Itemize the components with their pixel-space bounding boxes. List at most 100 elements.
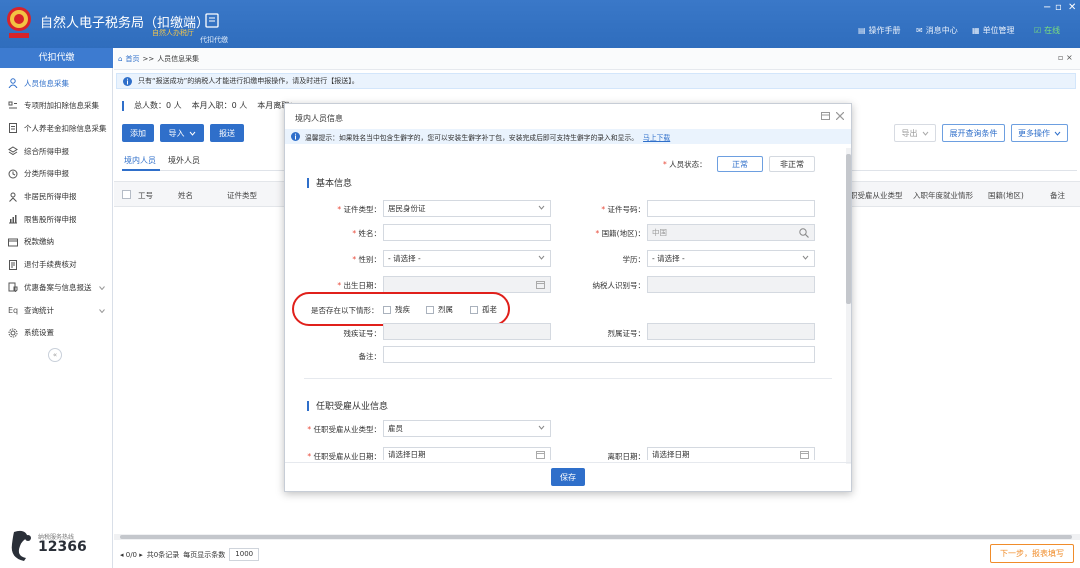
section-employment-title: 任职受雇从业信息 — [316, 402, 389, 412]
stats-marker — [122, 100, 124, 111]
calendar-icon[interactable] — [536, 450, 545, 459]
tab-close-controls[interactable]: ▫ × — [1058, 53, 1073, 62]
list-icon — [8, 101, 18, 111]
sidebar-item-10[interactable]: Eq 查询统计 — [0, 299, 113, 321]
sidebar-item-3[interactable]: 综合所得申报 — [0, 140, 113, 162]
receipt-icon — [8, 259, 18, 270]
modal-scroll-thumb[interactable] — [846, 154, 851, 304]
col-name[interactable]: 姓名 — [178, 190, 193, 201]
chevron-down-icon — [189, 131, 195, 136]
martyr-no-input[interactable] — [647, 323, 815, 340]
minimize-icon[interactable]: − — [1043, 2, 1051, 13]
sidebar-item-8[interactable]: 退付手续费核对 — [0, 254, 113, 276]
more-actions-label: 更多操作 — [1018, 128, 1050, 138]
download-link[interactable]: 马上下载 — [643, 132, 670, 142]
breadcrumb-home[interactable]: 首页 — [125, 54, 139, 64]
import-button[interactable]: 导入 — [160, 124, 204, 142]
col-entry-employment[interactable]: 入职年度就业情形 — [913, 190, 973, 201]
next-step-button[interactable]: 下一步，报表填写 — [990, 544, 1074, 563]
tab-domestic[interactable]: 境内人员 — [124, 155, 156, 166]
breadcrumb: ⌂ 首页 >> 人员信息采集 — [118, 54, 199, 64]
id-number-input[interactable] — [647, 200, 815, 217]
add-button[interactable]: 添加 — [122, 124, 154, 142]
more-actions-button[interactable]: 更多操作 — [1011, 124, 1068, 142]
nationality-label: * 国籍(地区)： — [595, 229, 646, 238]
sidebar-item-0[interactable]: 人员信息采集 — [0, 72, 113, 94]
message-center-link[interactable]: ✉ 消息中心 — [916, 25, 958, 36]
sidebar-item-1[interactable]: 专项附加扣除信息采集 — [0, 95, 113, 117]
section-basic-info: 基本信息 — [307, 176, 352, 189]
nav-withholding[interactable]: 代扣代缴 — [200, 35, 228, 45]
home-icon: ⌂ — [118, 55, 123, 63]
page-size-input[interactable]: 1000 — [229, 548, 260, 561]
hotline: 纳税服务热线 12366 — [8, 526, 108, 566]
manual-link[interactable]: ▤ 操作手册 — [858, 25, 901, 36]
name-input[interactable] — [383, 224, 551, 241]
export-button[interactable]: 导出 — [894, 124, 936, 142]
tab-foreign[interactable]: 境外人员 — [168, 155, 200, 166]
submit-button[interactable]: 报送 — [210, 124, 244, 142]
horizontal-scrollbar[interactable] — [114, 534, 1080, 540]
chevron-down-icon — [99, 306, 105, 315]
close-icon[interactable] — [836, 112, 844, 120]
calendar-icon[interactable] — [800, 450, 809, 459]
active-tab-indicator — [122, 169, 160, 171]
col-employee-id[interactable]: 工号 — [138, 190, 153, 201]
highlight-annotation — [292, 292, 510, 326]
id-type-value: 居民身份证 — [388, 204, 426, 213]
sidebar: 代扣代缴 人员信息采集 专项附加扣除信息采集 个人养老金扣除信息采集 综合所得申报 分类… — [0, 48, 113, 568]
expand-query-button[interactable]: 展开查询条件 — [942, 124, 1005, 142]
joined-count: 本月入职：0 人 — [191, 101, 248, 110]
search-icon[interactable] — [799, 228, 809, 238]
select-all-checkbox[interactable] — [122, 190, 131, 199]
horizontal-scroll-thumb[interactable] — [120, 535, 1072, 539]
page-nav[interactable]: ◂ 0/0 ▸ — [120, 551, 143, 559]
leave-date-label: 离职日期： — [607, 452, 646, 461]
gender-value: - 请选择 - — [388, 254, 421, 263]
save-button[interactable]: 保存 — [551, 468, 585, 486]
tin-input[interactable] — [647, 276, 815, 293]
employment-type-select[interactable]: 雇员 — [383, 420, 551, 437]
modal-scrollbar[interactable] — [846, 148, 851, 464]
disability-no-label: 残疾证号： — [343, 329, 382, 338]
sidebar-item-11[interactable]: 系统设置 — [0, 322, 113, 344]
breadcrumb-separator: >> — [142, 55, 155, 63]
leave-date-placeholder: 请选择日期 — [652, 449, 690, 459]
section-basic-title: 基本信息 — [316, 179, 353, 189]
id-type-select[interactable]: 居民身份证 — [383, 200, 551, 217]
restore-icon[interactable]: ▫ — [1055, 2, 1062, 13]
maximize-icon[interactable] — [821, 112, 830, 120]
search-doc-icon: Eq — [8, 305, 18, 315]
gender-label: * 性别： — [352, 255, 381, 264]
sidebar-item-9[interactable]: 优惠备案与信息报送 — [0, 276, 113, 298]
collapse-sidebar-button[interactable]: « — [48, 348, 62, 362]
col-remark[interactable]: 备注 — [1050, 190, 1065, 201]
sidebar-item-4[interactable]: 分类所得申报 — [0, 163, 113, 185]
education-select[interactable]: - 请选择 - — [647, 250, 815, 267]
nationality-input[interactable]: 中国 — [647, 224, 815, 241]
close-icon[interactable]: ✕ — [1068, 2, 1076, 13]
remark-input[interactable] — [383, 346, 815, 363]
leave-date-input[interactable]: 请选择日期 — [647, 447, 815, 460]
col-employment-type[interactable]: 职受雇从业类型 — [850, 190, 903, 201]
sidebar-item-7[interactable]: 税款缴纳 — [0, 231, 113, 253]
sidebar-item-6[interactable]: 限售股所得申报 — [0, 208, 113, 230]
chart-icon — [8, 214, 18, 224]
sidebar-item-2[interactable]: 个人养老金扣除信息采集 — [0, 117, 113, 139]
hotline-number: 12366 — [38, 539, 87, 555]
calendar-icon[interactable] — [536, 280, 545, 289]
disability-no-input[interactable] — [383, 323, 551, 340]
birth-date-label: * 出生日期： — [337, 281, 381, 290]
employment-date-label: * 任职受雇从业日期： — [307, 452, 381, 461]
col-id-type[interactable]: 证件类型 — [227, 190, 257, 201]
unit-management-link[interactable]: ▦ 单位管理 — [972, 25, 1015, 36]
birth-date-input[interactable] — [383, 276, 551, 293]
sidebar-item-5[interactable]: 非居民所得申报 — [0, 186, 113, 208]
chevron-down-icon — [538, 425, 545, 430]
status-normal-button[interactable]: 正常 — [717, 156, 763, 172]
withholding-icon[interactable] — [205, 12, 219, 28]
status-abnormal-button[interactable]: 非正常 — [769, 156, 815, 172]
employment-date-input[interactable]: 请选择日期 — [383, 447, 551, 460]
gender-select[interactable]: - 请选择 - — [383, 250, 551, 267]
col-nationality[interactable]: 国籍(地区) — [988, 190, 1024, 201]
